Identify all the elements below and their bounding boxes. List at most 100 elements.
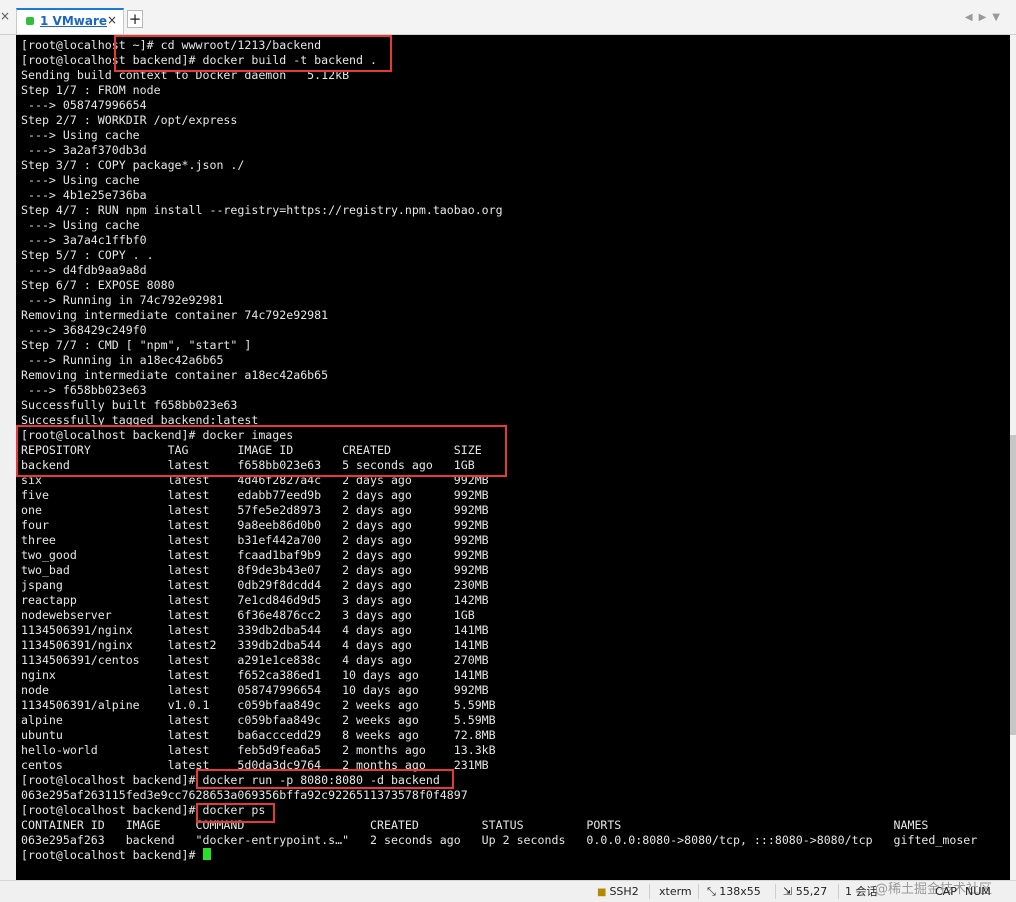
terminal-line: jspang latest 0db29f8dcdd4 2 days ago 23… <box>21 578 977 593</box>
terminal-line-text: Step 6/7 : EXPOSE 8080 <box>21 278 175 292</box>
terminal-line: Step 7/7 : CMD [ "npm", "start" ] <box>21 338 977 353</box>
terminal-line-text: Removing intermediate container a18ec42a… <box>21 368 329 382</box>
terminal-line: reactapp latest 7e1cd846d9d5 3 days ago … <box>21 593 977 608</box>
terminal-line: ---> 058747996654 <box>21 98 977 113</box>
terminal-line-text: ---> d4fdb9aa9a8d <box>21 263 147 277</box>
terminal-line-text: Step 2/7 : WORKDIR /opt/express <box>21 113 238 127</box>
terminal-line: two_bad latest 8f9de3b43e07 2 days ago 9… <box>21 563 977 578</box>
terminal-line-text: node latest 058747996654 10 days ago 992… <box>21 683 489 697</box>
terminal-line: Step 2/7 : WORKDIR /opt/express <box>21 113 977 128</box>
status-cap: CAP <box>935 885 957 898</box>
terminal-line: one latest 57fe5e2d8973 2 days ago 992MB <box>21 503 977 518</box>
terminal-line: ---> f658bb023e63 <box>21 383 977 398</box>
terminal-line-text: four latest 9a8eeb86d0b0 2 days ago 992M… <box>21 518 489 532</box>
terminal-line: nodewebserver latest 6f36e4876cc2 3 days… <box>21 608 977 623</box>
terminal-output[interactable]: [root@localhost ~]# cd wwwroot/1213/back… <box>16 35 1010 880</box>
terminal-line-text: Successfully built f658bb023e63 <box>21 398 238 412</box>
status-sessions: 1 会话 <box>845 885 878 898</box>
terminal-line: 1134506391/nginx latest2 339db2dba544 4 … <box>21 638 977 653</box>
terminal-line-text: ubuntu latest ba6acccedd29 8 weeks ago 7… <box>21 728 496 742</box>
terminal-line: ---> Running in 74c792e92981 <box>21 293 977 308</box>
chevron-down-icon[interactable]: ▼ <box>992 12 1006 23</box>
highlight-build-command <box>114 35 392 72</box>
terminal-line: 063e295af263 backend "docker-entrypoint.… <box>21 833 977 848</box>
highlight-docker-ps <box>196 803 275 823</box>
terminal-line-text: one latest 57fe5e2d8973 2 days ago 992MB <box>21 503 489 517</box>
terminal-line-text: 1134506391/nginx latest 339db2dba544 4 d… <box>21 623 489 637</box>
terminal-line-text: Step 5/7 : COPY . . <box>21 248 154 262</box>
status-num: NUM <box>965 885 991 898</box>
terminal-line: ---> 3a2af370db3d <box>21 143 977 158</box>
terminal-line: node latest 058747996654 10 days ago 992… <box>21 683 977 698</box>
terminal-line-text: nodewebserver latest 6f36e4876cc2 3 days… <box>21 608 475 622</box>
terminal-line: CONTAINER ID IMAGE COMMAND CREATED STATU… <box>21 818 977 833</box>
terminal-line: 1134506391/centos latest a291e1ce838c 4 … <box>21 653 977 668</box>
terminal-line: Successfully built f658bb023e63 <box>21 398 977 413</box>
terminal-line: ---> Running in a18ec42a6b65 <box>21 353 977 368</box>
terminal-line-text: ---> 4b1e25e736ba <box>21 188 147 202</box>
terminal-line-text: alpine latest c059bfaa849c 2 weeks ago 5… <box>21 713 496 727</box>
terminal-line: Step 6/7 : EXPOSE 8080 <box>21 278 977 293</box>
terminal-line: centos latest 5d0da3dc9764 2 months ago … <box>21 758 977 773</box>
status-size: ⤡ 138x55 <box>707 885 761 898</box>
terminal-line-text: two_good latest fcaad1baf9b9 2 days ago … <box>21 548 489 562</box>
terminal-line-text: 063e295af263 backend "docker-entrypoint.… <box>21 833 978 847</box>
terminal-line: Removing intermediate container a18ec42a… <box>21 368 977 383</box>
terminal-line-text: 1134506391/nginx latest2 339db2dba544 4 … <box>21 638 489 652</box>
terminal-line: 1134506391/alpine v1.0.1 c059bfaa849c 2 … <box>21 698 977 713</box>
terminal-line-text: ---> Running in 74c792e92981 <box>21 293 224 307</box>
close-icon[interactable]: × <box>0 9 10 23</box>
terminal-line: three latest b31ef442a700 2 days ago 992… <box>21 533 977 548</box>
terminal-line-text: reactapp latest 7e1cd846d9d5 3 days ago … <box>21 593 489 607</box>
terminal-line: 063e295af263115fed3e9cc7628653a069356bff… <box>21 788 977 803</box>
terminal-line-text: 1134506391/centos latest a291e1ce838c 4 … <box>21 653 489 667</box>
scrollbar-thumb[interactable] <box>1010 435 1016 735</box>
terminal-line: ---> Using cache <box>21 173 977 188</box>
terminal-line: [root@localhost backend]# <box>21 848 977 863</box>
terminal-line: [root@localhost backend]# docker ps <box>21 803 977 818</box>
terminal-line: ---> 368429c249f0 <box>21 323 977 338</box>
terminal-line-text: ---> 058747996654 <box>21 98 147 112</box>
terminal-line: ---> Using cache <box>21 128 977 143</box>
terminal-line-text: ---> 3a7a4c1ffbf0 <box>21 233 147 247</box>
terminal-line-text: 063e295af263115fed3e9cc7628653a069356bff… <box>21 788 468 802</box>
terminal-line-text: ---> 3a2af370db3d <box>21 143 147 157</box>
terminal-line-text: hello-world latest feb5d9fea6a5 2 months… <box>21 743 496 757</box>
terminal-scrollbar[interactable] <box>1010 35 1016 880</box>
terminal-line-text: ---> 368429c249f0 <box>21 323 147 337</box>
lock-icon: ■ <box>597 887 607 898</box>
terminal-line-text: Step 3/7 : COPY package*.json ./ <box>21 158 245 172</box>
status-protocol: ■ SSH2 <box>597 885 639 898</box>
terminal-line: ---> 4b1e25e736ba <box>21 188 977 203</box>
terminal-line: Step 5/7 : COPY . . <box>21 248 977 263</box>
terminal-line: Removing intermediate container 74c792e9… <box>21 308 977 323</box>
status-cursor-position: ⇲ 55,27 <box>783 885 828 898</box>
chevron-left-icon[interactable]: ◀ <box>965 12 979 23</box>
terminal-line-text: ---> Using cache <box>21 173 140 187</box>
terminal-line-text: three latest b31ef442a700 2 days ago 992… <box>21 533 489 547</box>
terminal-line-text: jspang latest 0db29f8dcdd4 2 days ago 23… <box>21 578 489 592</box>
terminal-line: Step 1/7 : FROM node <box>21 83 977 98</box>
terminal-line: ---> 3a7a4c1ffbf0 <box>21 233 977 248</box>
tab-label: 1 VMware <box>40 14 107 28</box>
status-terminal-type: xterm <box>659 885 692 898</box>
new-tab-button[interactable]: + <box>127 10 143 28</box>
terminal-line-text: ---> Using cache <box>21 128 140 142</box>
terminal-line: Step 3/7 : COPY package*.json ./ <box>21 158 977 173</box>
resize-icon: ⤡ <box>707 885 720 898</box>
cursor-position-icon: ⇲ <box>783 885 796 898</box>
chevron-right-icon[interactable]: ▶ <box>979 12 993 23</box>
terminal-line-text: five latest edabb77eed9b 2 days ago 992M… <box>21 488 489 502</box>
tab-vmware[interactable]: 1 VMware × <box>16 8 124 34</box>
terminal-line-text: ---> Using cache <box>21 218 140 232</box>
terminal-line-text: Step 1/7 : FROM node <box>21 83 161 97</box>
terminal-line: hello-world latest feb5d9fea6a5 2 months… <box>21 743 977 758</box>
terminal-line: [root@localhost backend]# docker run -p … <box>21 773 977 788</box>
terminal-line-text: 1134506391/alpine v1.0.1 c059bfaa849c 2 … <box>21 698 496 712</box>
terminal-line-text: ---> f658bb023e63 <box>21 383 147 397</box>
terminal-line: nginx latest f652ca386ed1 10 days ago 14… <box>21 668 977 683</box>
session-status-icon <box>26 17 34 25</box>
highlight-docker-run <box>196 769 454 789</box>
terminal-line: five latest edabb77eed9b 2 days ago 992M… <box>21 488 977 503</box>
tab-close-icon[interactable]: × <box>107 13 117 27</box>
